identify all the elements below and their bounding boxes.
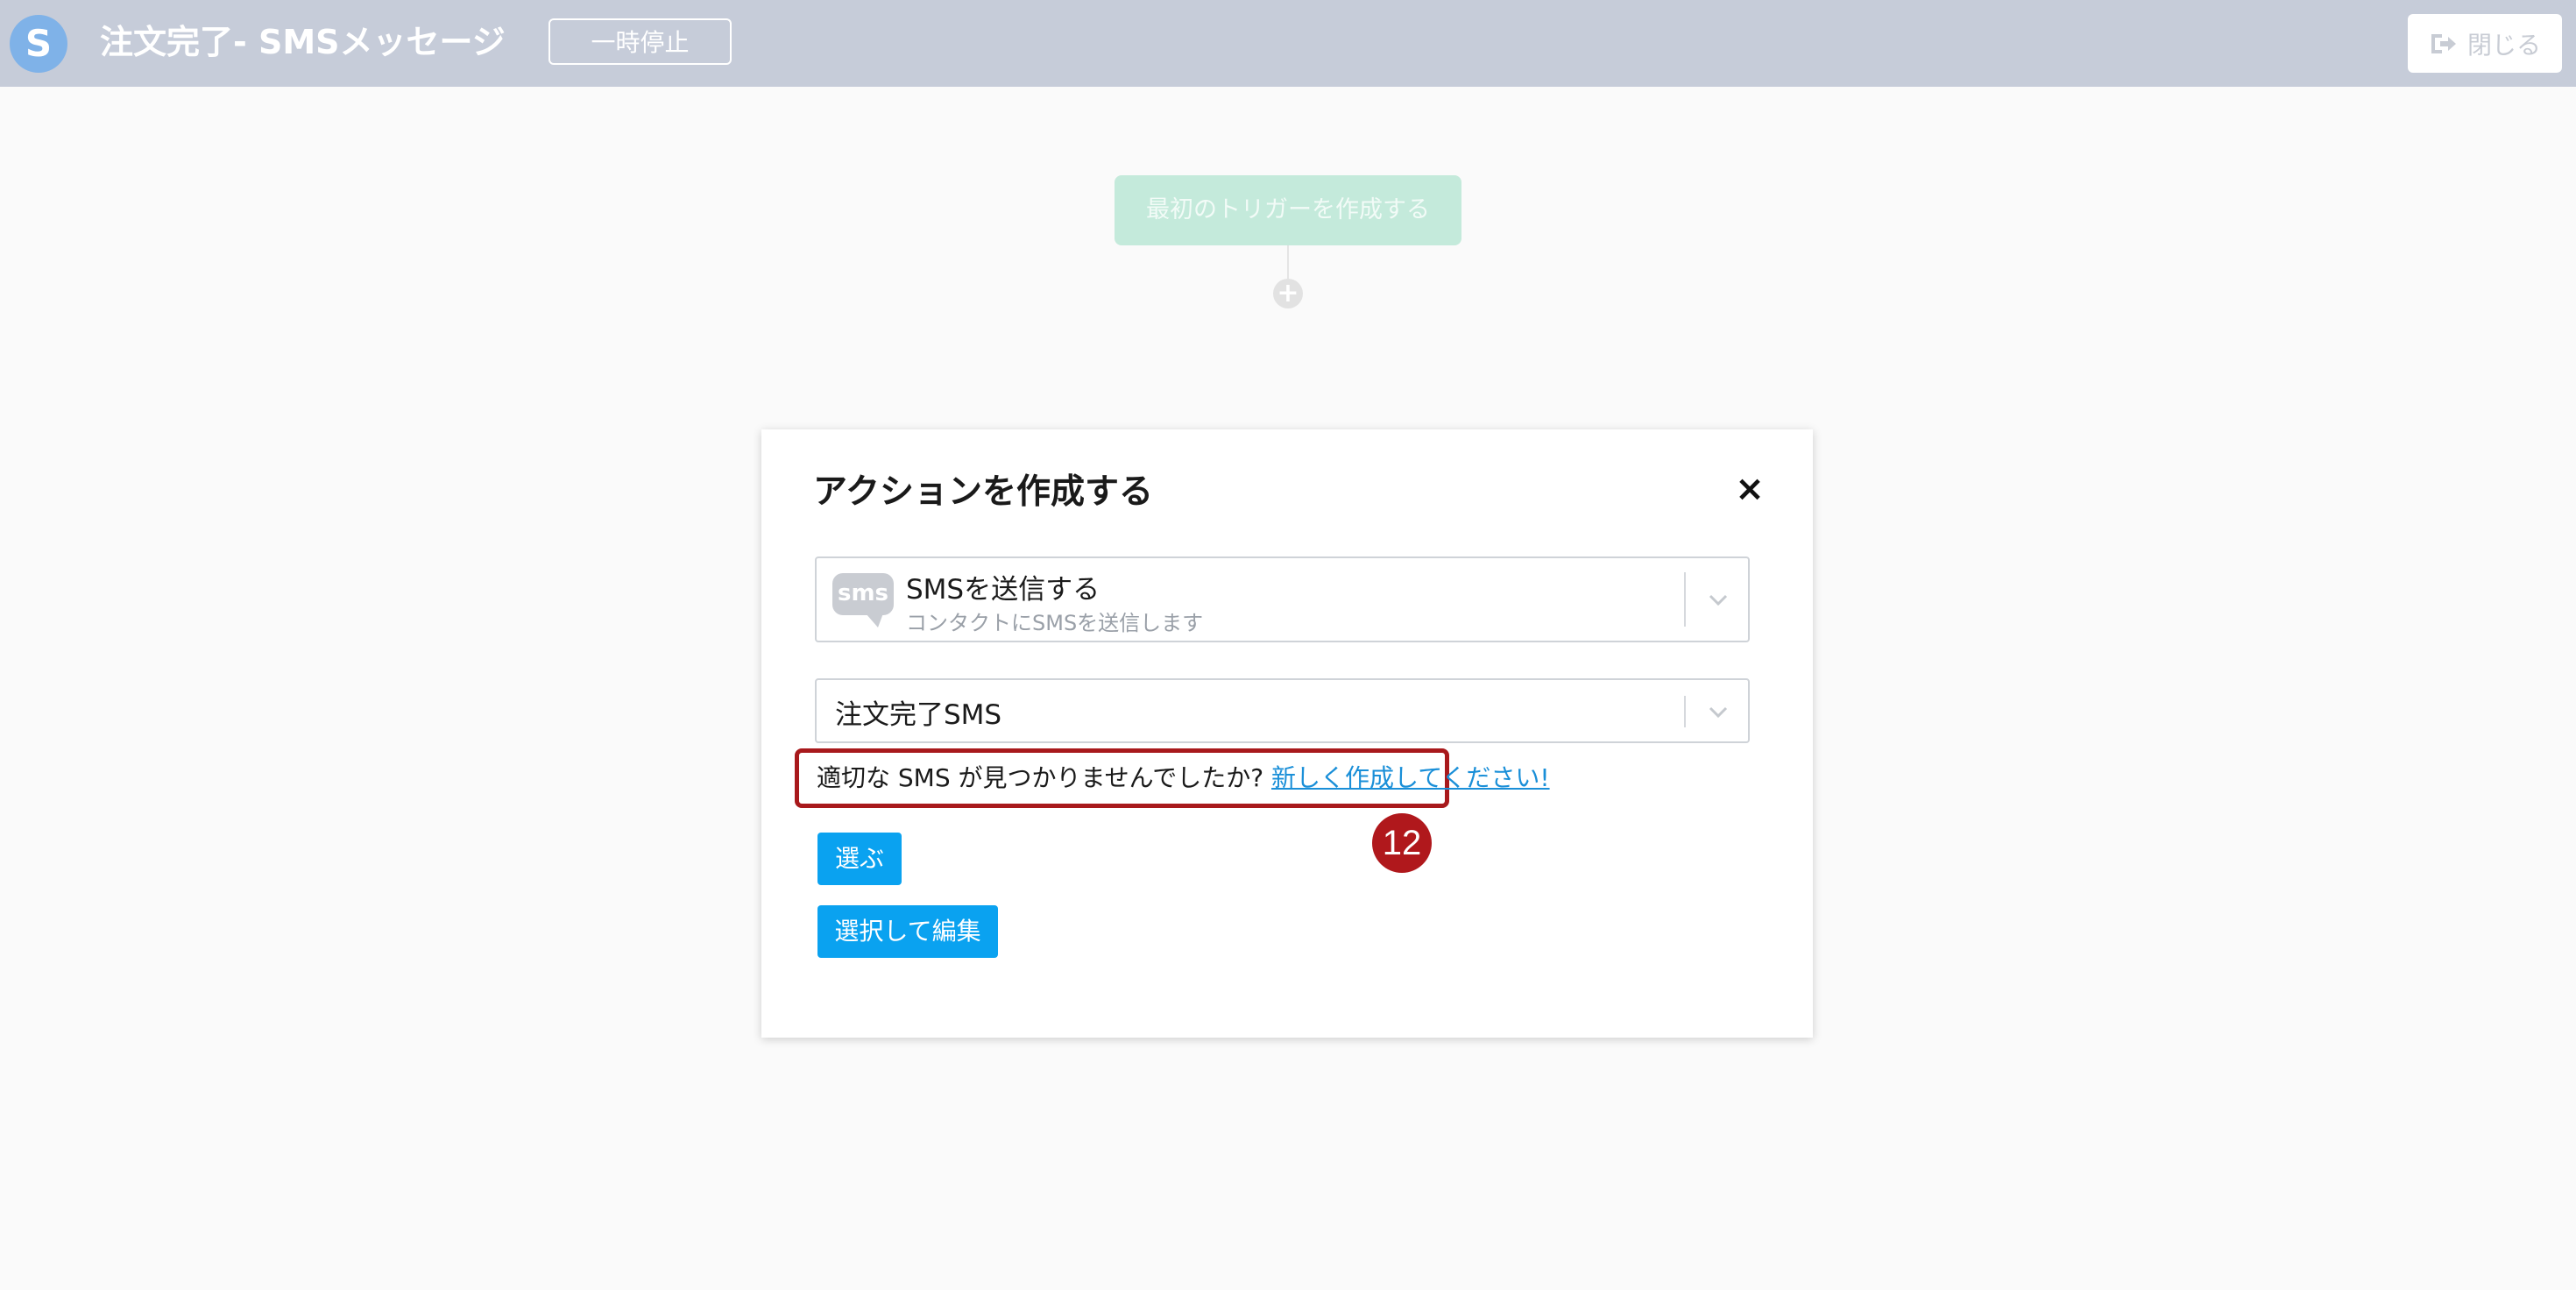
choose-and-edit-button[interactable]: 選択して編集: [817, 905, 998, 958]
not-found-text: 適切な SMS が見つかりませんでしたか?: [817, 763, 1272, 792]
sms-icon-tail: [866, 613, 883, 627]
app-logo[interactable]: S: [10, 15, 67, 73]
automation-title[interactable]: 注文完了- SMSメッセージ: [100, 16, 506, 68]
action-label: SMSを送信する: [906, 574, 1100, 606]
chevron-down-icon[interactable]: [1703, 585, 1733, 614]
sms-template-select[interactable]: 注文完了SMS: [815, 678, 1750, 743]
sms-icon-bubble: sms: [832, 573, 894, 615]
select-divider: [1684, 696, 1686, 727]
step-number-badge: 12: [1372, 813, 1432, 873]
page: S 注文完了- SMSメッセージ 一時停止 閉じる 最初のトリガーを作成する +…: [0, 0, 2576, 1290]
action-description: コンタクトにSMSを送信します: [906, 611, 1204, 635]
choose-button[interactable]: 選ぶ: [817, 833, 902, 885]
create-new-sms-link[interactable]: 新しく作成してください!: [1271, 763, 1550, 792]
sms-icon: sms: [832, 573, 894, 627]
flow-connector: [1287, 245, 1289, 279]
chevron-down-icon[interactable]: [1703, 697, 1733, 727]
sms-template-value: 注文完了SMS: [835, 699, 1002, 731]
top-bar: S 注文完了- SMSメッセージ 一時停止 閉じる: [0, 0, 2576, 87]
close-icon[interactable]: ×: [1732, 471, 1767, 507]
select-divider: [1684, 572, 1686, 627]
modal-title: アクションを作成する: [813, 472, 1154, 512]
close-button-label: 閉じる: [2466, 30, 2541, 60]
add-step-icon[interactable]: +: [1273, 279, 1303, 308]
create-trigger-node[interactable]: 最初のトリガーを作成する: [1115, 175, 1461, 245]
create-action-modal: アクションを作成する × sms SMSを送信する コンタクトにSMSを送信しま…: [761, 429, 1813, 1038]
pause-button[interactable]: 一時停止: [548, 18, 732, 65]
exit-icon: [2431, 33, 2456, 53]
close-button[interactable]: 閉じる: [2408, 14, 2562, 73]
sms-not-found-hint: 適切な SMS が見つかりませんでしたか? 新しく作成してください!: [795, 748, 1550, 808]
logo-letter: S: [25, 22, 53, 65]
action-type-select[interactable]: sms SMSを送信する コンタクトにSMSを送信します: [815, 556, 1750, 642]
